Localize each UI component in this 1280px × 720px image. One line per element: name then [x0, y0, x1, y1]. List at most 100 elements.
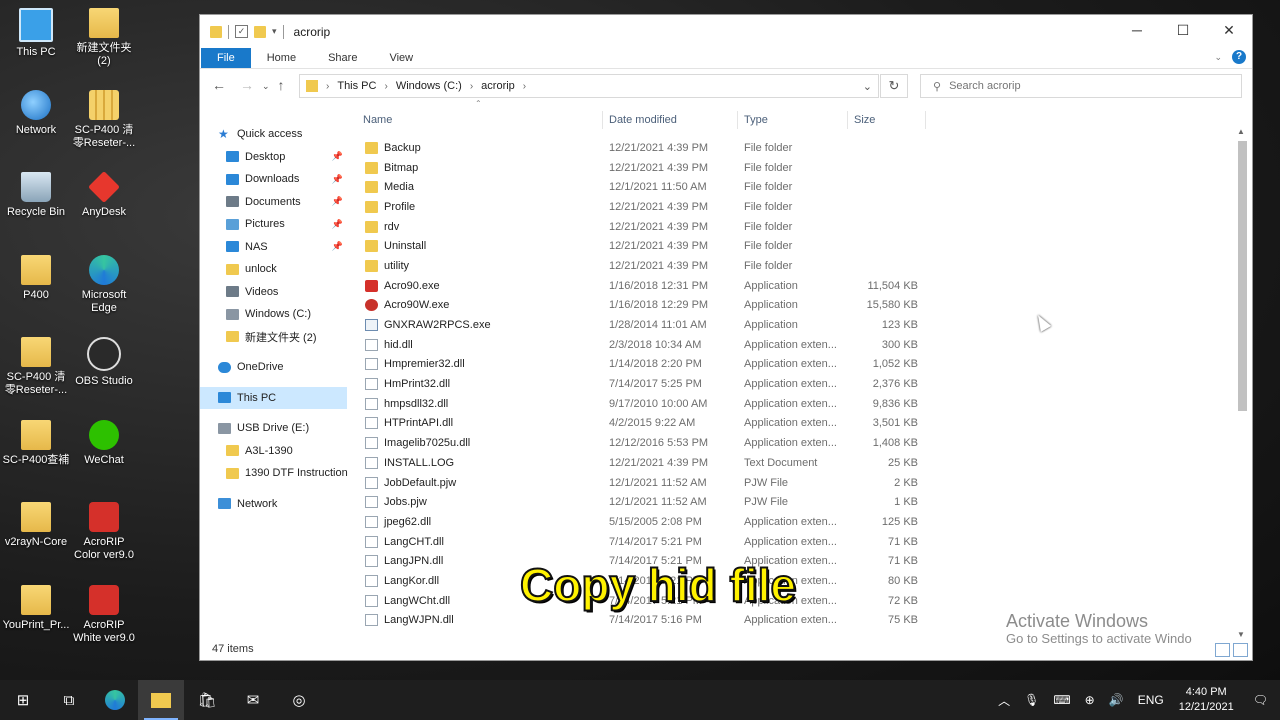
- desktop-shortcut[interactable]: This PC: [0, 8, 72, 59]
- desktop-shortcut[interactable]: 新建文件夹 (2): [68, 8, 140, 68]
- details-view-button[interactable]: [1215, 643, 1230, 657]
- nav-item[interactable]: This PC: [200, 386, 347, 409]
- task-view-button[interactable]: ⧉: [46, 680, 92, 720]
- address-bar[interactable]: › This PC › Windows (C:) › acrorip › ⌄: [299, 74, 879, 98]
- back-button[interactable]: ←: [212, 77, 226, 95]
- file-row[interactable]: HmPrint32.dll 7/14/2017 5:25 PM Applicatio…: [347, 374, 1242, 394]
- breadcrumb-acrorip[interactable]: acrorip: [481, 80, 515, 92]
- desktop-shortcut[interactable]: SC-P400 清 零Reseter-...: [0, 337, 72, 397]
- recent-locations-icon[interactable]: ⌄: [262, 77, 270, 95]
- nav-item[interactable]: USB Drive (E:): [200, 417, 347, 440]
- file-row[interactable]: Media 12/1/2021 11:50 AM File folder: [347, 177, 1242, 197]
- file-row[interactable]: JobDefault.pjw 12/1/2021 11:52 AM PJW File…: [347, 473, 1242, 493]
- desktop-shortcut[interactable]: v2rayN-Core: [0, 502, 72, 549]
- minimize-button[interactable]: ─: [1114, 15, 1160, 45]
- desktop-shortcut[interactable]: AcroRIP White ver9.0: [68, 585, 140, 645]
- obs-taskbar-icon[interactable]: ◎: [276, 680, 322, 720]
- chevron-right-icon[interactable]: ›: [326, 81, 329, 92]
- microphone-icon[interactable]: 🎙: [1024, 693, 1039, 707]
- search-box[interactable]: ⚲: [920, 74, 1242, 98]
- vertical-scrollbar[interactable]: ▲ ▼: [1236, 125, 1248, 639]
- chevron-right-icon[interactable]: ›: [523, 81, 526, 92]
- file-row[interactable]: hmpsdll32.dll 9/17/2010 10:00 AM Applicati…: [347, 394, 1242, 414]
- title-bar[interactable]: ✓ ▾ acrorip ─ ☐ ✕: [200, 15, 1252, 48]
- clock[interactable]: 4:40 PM 12/21/2021: [1179, 685, 1234, 715]
- chevron-right-icon[interactable]: ›: [470, 81, 473, 92]
- desktop-shortcut[interactable]: YouPrint_Pr...: [0, 585, 72, 632]
- up-button[interactable]: ↑: [278, 77, 285, 95]
- file-row[interactable]: utility 12/21/2021 4:39 PM File folder: [347, 256, 1242, 276]
- desktop-shortcut[interactable]: Recycle Bin: [0, 172, 72, 219]
- tab-home[interactable]: Home: [251, 48, 312, 68]
- desktop-shortcut[interactable]: Microsoft Edge: [68, 255, 140, 315]
- chevron-right-icon[interactable]: ›: [384, 81, 387, 92]
- file-row[interactable]: LangCHT.dll 7/14/2017 5:21 PM Application …: [347, 532, 1242, 552]
- nav-item[interactable]: ★ Quick access: [200, 123, 347, 146]
- desktop-shortcut[interactable]: Network: [0, 90, 72, 137]
- desktop-shortcut[interactable]: SC-P400 清 零Reseter-...: [68, 90, 140, 150]
- new-folder-icon[interactable]: [254, 25, 266, 38]
- desktop-shortcut[interactable]: AnyDesk: [68, 171, 140, 219]
- customize-toolbar-icon[interactable]: ▾: [272, 26, 277, 37]
- maximize-button[interactable]: ☐: [1160, 15, 1206, 45]
- file-row[interactable]: Backup 12/21/2021 4:39 PM File folder: [347, 138, 1242, 158]
- file-row[interactable]: Profile 12/21/2021 4:39 PM File folder: [347, 197, 1242, 217]
- nav-item[interactable]: Windows (C:): [200, 303, 347, 326]
- file-row[interactable]: Uninstall 12/21/2021 4:39 PM File folder: [347, 236, 1242, 256]
- nav-item[interactable]: 新建文件夹 (2): [200, 326, 347, 349]
- language-indicator[interactable]: ENG: [1138, 693, 1164, 707]
- expand-ribbon-icon[interactable]: ⌄: [1214, 52, 1222, 63]
- tab-file[interactable]: File: [201, 48, 251, 68]
- network-tray-icon[interactable]: ⊕: [1085, 693, 1095, 707]
- chevron-down-icon[interactable]: ⌄: [863, 80, 872, 93]
- column-header-size[interactable]: Size: [848, 111, 926, 129]
- nav-item[interactable]: Videos: [200, 281, 347, 304]
- nav-item[interactable]: OneDrive: [200, 356, 347, 379]
- nav-item[interactable]: NAS 📌: [200, 236, 347, 259]
- file-row[interactable]: INSTALL.LOG 12/21/2021 4:39 PM Text Docume…: [347, 453, 1242, 473]
- scrollbar-thumb[interactable]: [1238, 141, 1247, 411]
- large-icons-view-button[interactable]: [1233, 643, 1248, 657]
- file-row[interactable]: rdv 12/21/2021 4:39 PM File folder: [347, 217, 1242, 237]
- breadcrumb-this-pc[interactable]: This PC: [337, 80, 376, 92]
- notifications-icon[interactable]: 🗨: [1253, 693, 1268, 707]
- breadcrumb-windows-c[interactable]: Windows (C:): [396, 80, 462, 92]
- desktop-shortcut[interactable]: AcroRIP Color ver9.0: [68, 502, 140, 562]
- file-row[interactable]: Imagelib7025u.dll 12/12/2016 5:53 PM Appli…: [347, 433, 1242, 453]
- nav-item[interactable]: Downloads 📌: [200, 168, 347, 191]
- column-header-date[interactable]: Date modified: [603, 111, 738, 129]
- store-taskbar-icon[interactable]: 🛍: [184, 680, 230, 720]
- desktop-shortcut[interactable]: WeChat: [68, 420, 140, 467]
- forward-button[interactable]: →: [240, 77, 254, 95]
- column-header-type[interactable]: Type: [738, 111, 848, 129]
- close-button[interactable]: ✕: [1206, 15, 1252, 45]
- help-icon[interactable]: ?: [1232, 50, 1246, 64]
- file-explorer-taskbar-icon[interactable]: [138, 680, 184, 720]
- desktop-shortcut[interactable]: SC-P400查補: [0, 420, 72, 467]
- volume-icon[interactable]: 🔊: [1109, 693, 1124, 707]
- edge-taskbar-icon[interactable]: [92, 680, 138, 720]
- file-row[interactable]: Bitmap 12/21/2021 4:39 PM File folder: [347, 158, 1242, 178]
- ime-icon[interactable]: ⌨: [1053, 693, 1070, 707]
- file-row[interactable]: Acro90.exe 1/16/2018 12:31 PM Application 1…: [347, 276, 1242, 296]
- start-button[interactable]: ⊞: [0, 680, 46, 720]
- file-row[interactable]: HTPrintAPI.dll 4/2/2015 9:22 AM Applicatio…: [347, 414, 1242, 434]
- file-row[interactable]: Acro90W.exe 1/16/2018 12:29 PM Application…: [347, 296, 1242, 316]
- desktop-shortcut[interactable]: OBS Studio: [68, 337, 140, 388]
- nav-item[interactable]: Pictures 📌: [200, 213, 347, 236]
- nav-item[interactable]: unlock: [200, 258, 347, 281]
- file-row[interactable]: GNXRAW2RPCS.exe 1/28/2014 11:01 AM Applica…: [347, 315, 1242, 335]
- nav-item[interactable]: Desktop 📌: [200, 146, 347, 169]
- scroll-up-icon[interactable]: ▲: [1237, 127, 1245, 136]
- nav-item[interactable]: A3L-1390: [200, 440, 347, 463]
- tab-view[interactable]: View: [373, 48, 429, 68]
- nav-item[interactable]: 1390 DTF Instruction: [200, 462, 348, 485]
- file-row[interactable]: jpeg62.dll 5/15/2005 2:08 PM Application e…: [347, 512, 1242, 532]
- refresh-button[interactable]: ↻: [880, 74, 908, 98]
- mail-taskbar-icon[interactable]: ✉: [230, 680, 276, 720]
- show-hidden-icons-icon[interactable]: ︿: [998, 692, 1010, 709]
- column-header-name[interactable]: Name: [357, 111, 603, 129]
- file-row[interactable]: Hmpremier32.dll 1/14/2018 2:20 PM Applicat…: [347, 355, 1242, 375]
- nav-item[interactable]: Documents 📌: [200, 191, 347, 214]
- properties-icon[interactable]: ✓: [235, 25, 248, 38]
